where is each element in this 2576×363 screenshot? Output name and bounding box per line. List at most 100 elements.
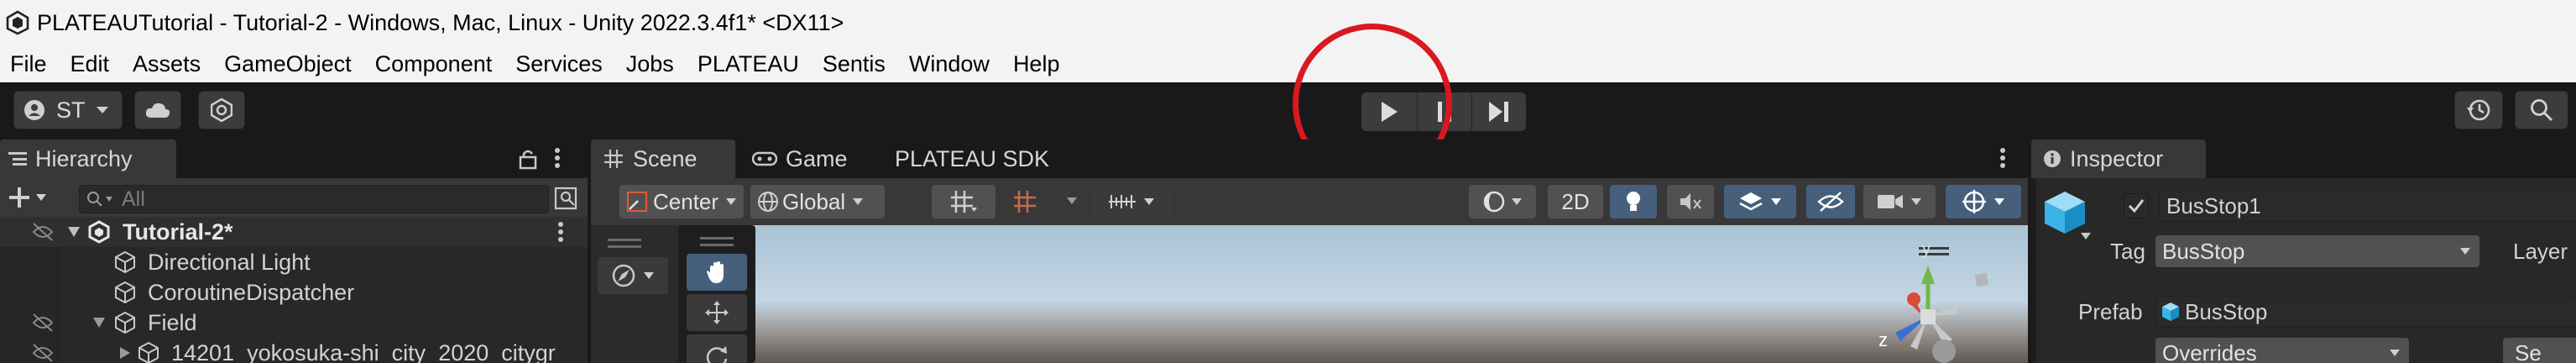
tab-label: Hierarchy bbox=[35, 145, 133, 171]
hierarchy-item[interactable]: Field bbox=[0, 308, 588, 338]
menu-assets[interactable]: Assets bbox=[121, 51, 212, 77]
overrides-dropdown[interactable]: Overrides bbox=[2155, 338, 2409, 363]
account-dropdown[interactable]: ST bbox=[13, 91, 123, 129]
chevron-down-icon bbox=[2459, 247, 2471, 255]
create-button[interactable] bbox=[8, 183, 62, 212]
object-name-field[interactable]: BusStop1 bbox=[2159, 190, 2576, 222]
scene-visibility-icon[interactable] bbox=[554, 187, 577, 210]
drag-handle bbox=[700, 237, 734, 239]
prefab-label: Prefab bbox=[2078, 299, 2143, 324]
gizmo-y-label: y bbox=[1922, 240, 1931, 259]
visibility-icon[interactable] bbox=[32, 343, 54, 363]
draw-mode-dropdown[interactable] bbox=[1469, 185, 1536, 218]
prefab-field[interactable]: BusStop bbox=[2155, 296, 2576, 328]
increment-snap-button[interactable] bbox=[1012, 185, 1063, 218]
increment-snap-icon bbox=[1012, 189, 1041, 214]
expand-arrow-icon[interactable] bbox=[67, 226, 81, 238]
tab-hierarchy[interactable]: Hierarchy bbox=[0, 139, 176, 178]
search-button[interactable] bbox=[2515, 91, 2568, 129]
tab-inspector[interactable]: Inspector bbox=[2031, 139, 2206, 178]
menu-file[interactable]: File bbox=[0, 51, 59, 77]
scene-root-row[interactable]: Tutorial-2* bbox=[0, 217, 588, 247]
effects-dropdown[interactable] bbox=[1724, 185, 1796, 218]
lighting-toggle[interactable] bbox=[1610, 185, 1657, 218]
tab-label: Game bbox=[786, 145, 848, 171]
visibility-toggle[interactable] bbox=[1806, 185, 1855, 218]
active-checkbox[interactable] bbox=[2124, 193, 2149, 218]
menu-edit[interactable]: Edit bbox=[59, 51, 122, 77]
layers-icon bbox=[1738, 190, 1763, 213]
more-icon[interactable] bbox=[1999, 146, 2006, 170]
tab-game[interactable]: Game bbox=[739, 139, 870, 178]
lock-icon[interactable] bbox=[519, 148, 537, 170]
visibility-icon[interactable] bbox=[32, 222, 54, 242]
pivot-label: Center bbox=[653, 188, 719, 214]
hand-icon bbox=[705, 260, 729, 285]
orientation-gizmo[interactable]: y z bbox=[1818, 239, 2020, 363]
hierarchy-panel: Hierarchy All Tutorial-2* Directional Li… bbox=[0, 139, 588, 363]
cloud-button[interactable] bbox=[134, 91, 181, 129]
gizmos-dropdown[interactable] bbox=[1946, 185, 2021, 218]
hierarchy-item[interactable]: Directional Light bbox=[0, 247, 588, 277]
view-options-dropdown[interactable] bbox=[598, 257, 668, 294]
move-tool-button[interactable] bbox=[687, 294, 747, 331]
drag-handle bbox=[700, 244, 734, 246]
checkmark-icon bbox=[2128, 198, 2145, 213]
tag-value: BusStop bbox=[2162, 238, 2245, 264]
more-icon[interactable] bbox=[557, 221, 564, 243]
globe-icon bbox=[757, 191, 779, 213]
unity-logo-icon bbox=[5, 10, 30, 35]
step-button[interactable] bbox=[1472, 92, 1526, 131]
camera-dropdown[interactable] bbox=[1863, 185, 1936, 218]
collab-button[interactable] bbox=[198, 91, 245, 129]
hand-tool-button[interactable] bbox=[687, 254, 747, 291]
select-button[interactable]: Se bbox=[2503, 338, 2576, 363]
snap-grid-dropdown[interactable] bbox=[932, 185, 995, 218]
pivot-dropdown[interactable]: Center bbox=[619, 185, 744, 218]
menu-services[interactable]: Services bbox=[504, 51, 614, 77]
toggle-2d-button[interactable]: 2D bbox=[1548, 185, 1603, 218]
item-label: CoroutineDispatcher bbox=[148, 279, 355, 305]
item-label: 14201_yokosuka-shi_city_2020_citygr bbox=[171, 339, 556, 363]
select-label: Se bbox=[2515, 339, 2542, 363]
compass-icon bbox=[611, 263, 638, 288]
ruler-dropdown[interactable] bbox=[1091, 185, 1172, 218]
rotate-tool-button[interactable] bbox=[687, 334, 747, 363]
expand-arrow-icon[interactable] bbox=[119, 346, 131, 360]
camera-icon bbox=[1877, 192, 1904, 211]
gameobject-icon bbox=[114, 281, 136, 304]
chevron-down-icon bbox=[105, 196, 113, 203]
tab-scene[interactable]: Scene bbox=[591, 139, 735, 178]
menu-sentis[interactable]: Sentis bbox=[811, 51, 897, 77]
main-toolbar: ST bbox=[0, 24, 2576, 183]
chevron-down-icon[interactable] bbox=[2080, 232, 2092, 240]
audio-toggle[interactable] bbox=[1667, 185, 1714, 218]
menu-jobs[interactable]: Jobs bbox=[614, 51, 686, 77]
menu-plateau[interactable]: PLATEAU bbox=[686, 51, 811, 77]
menu-window[interactable]: Window bbox=[897, 51, 1001, 77]
hierarchy-item[interactable]: CoroutineDispatcher bbox=[0, 277, 588, 308]
menu-help[interactable]: Help bbox=[1001, 51, 1072, 77]
account-label: ST bbox=[56, 97, 86, 123]
menu-bar: File Edit Assets GameObject Component Se… bbox=[0, 45, 2576, 82]
chevron-down-icon bbox=[1511, 197, 1523, 206]
drag-handle bbox=[608, 245, 641, 248]
history-button[interactable] bbox=[2454, 91, 2503, 129]
visibility-icon[interactable] bbox=[32, 313, 54, 333]
move-icon bbox=[704, 300, 729, 325]
more-icon[interactable] bbox=[554, 146, 561, 170]
tab-plateau-sdk[interactable]: PLATEAU SDK bbox=[881, 139, 1083, 178]
menu-gameobject[interactable]: GameObject bbox=[212, 51, 363, 77]
mode-2d-label: 2D bbox=[1561, 188, 1590, 214]
menu-component[interactable]: Component bbox=[363, 51, 504, 77]
tab-label: Scene bbox=[633, 145, 698, 171]
hierarchy-item[interactable]: 14201_yokosuka-shi_city_2020_citygr bbox=[0, 338, 588, 363]
expand-arrow-icon[interactable] bbox=[92, 317, 106, 329]
hierarchy-search[interactable]: All bbox=[79, 185, 549, 213]
chevron-down-icon[interactable] bbox=[1066, 197, 1078, 205]
drag-handle[interactable] bbox=[608, 239, 641, 241]
hidden-eye-icon bbox=[1817, 191, 1844, 213]
info-icon bbox=[2043, 150, 2061, 168]
space-dropdown[interactable]: Global bbox=[750, 185, 885, 218]
tag-dropdown[interactable]: BusStop bbox=[2155, 235, 2479, 267]
